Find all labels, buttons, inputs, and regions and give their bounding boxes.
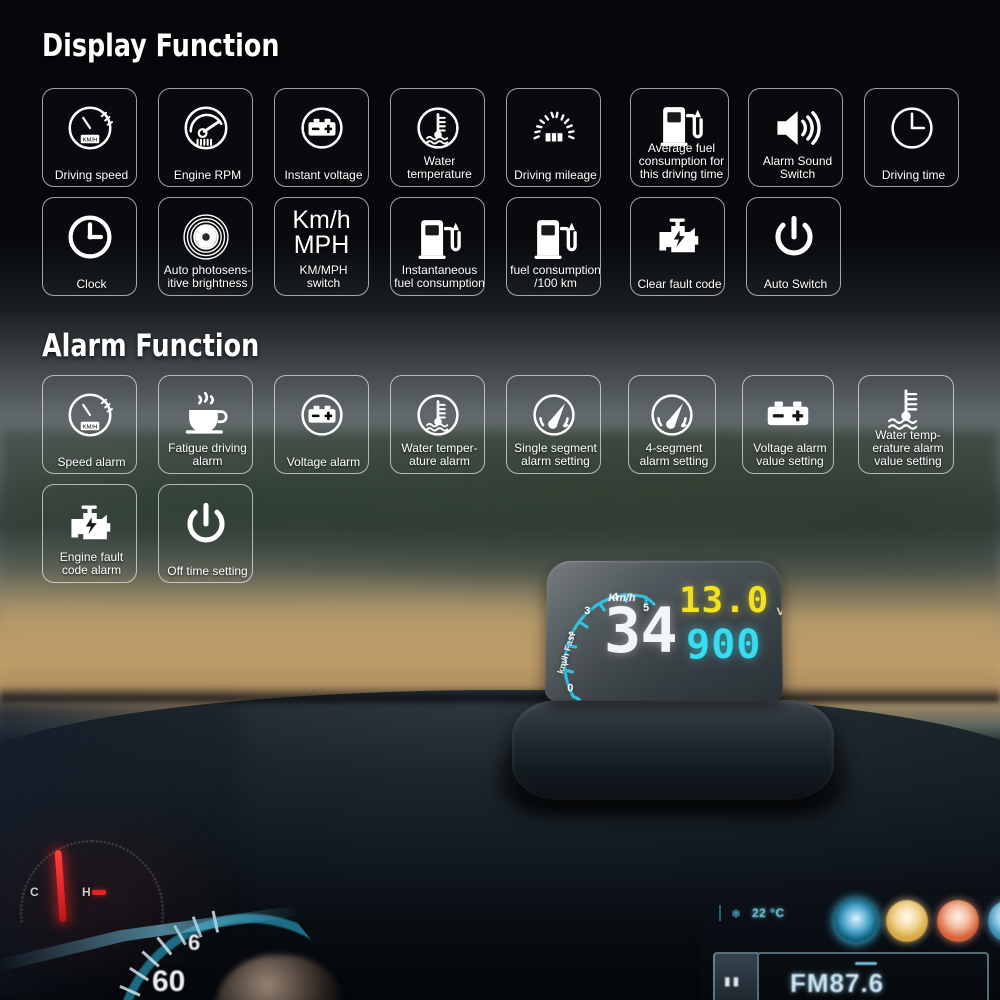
feature-tile-label: Alarm Sound Switch [762,154,833,181]
feature-tile-label: Instantaneous fuel consumption [394,263,485,290]
feature-tile-4-segment-alarm-setting[interactable]: 4-segment alarm setting [628,375,716,474]
feature-tile-label: Fatigue driving alarm [168,441,247,468]
battery-circle-icon [275,384,368,442]
hud-display-panel: 0 1 2 3 4 5 km/h Fast Km/h 34 13.0 V 900 [544,560,784,701]
engine-check-icon [43,493,136,551]
clock-outline-icon [865,97,958,155]
feature-tile-label: Auto Switch [763,276,828,291]
infotainment-indicator-bar [719,905,721,921]
speaker-icon [749,97,842,155]
hud-arc-label-0: 0 [567,682,574,695]
feature-tile-engine-rpm[interactable]: Engine RPM [158,88,253,187]
feature-tile-label: fuel consumption/100 km [510,263,601,290]
hud-voltage-value: 13.0 [678,580,770,622]
feature-tile-label: Driving mileage [514,167,597,182]
gauge-needle-icon [629,384,715,442]
feature-tile-instant-voltage[interactable]: Instant voltage [274,88,369,187]
engine-check-icon [631,206,724,264]
feature-tile-label: Speed alarm [57,454,126,469]
feature-tile-average-fuel-consumption-for-this-driving-time[interactable]: Average fuel consumption for this driving … [630,88,729,187]
feature-tile-label: Clear fault code [637,276,722,291]
feature-tile-label: Water temperature [407,154,472,181]
feature-tile-label: KM/MPH switch [299,263,348,290]
power-icon [159,493,252,551]
clock-filled-icon [43,206,136,264]
feature-tile-label: Single segment alarm setting [514,441,597,468]
odometer-icon [507,97,600,155]
hud-speed-value: 34 [603,594,677,668]
feature-tile-fatigue-driving-alarm[interactable]: Fatigue driving alarm [158,375,253,474]
fuel-pump-icon [391,206,484,264]
feature-tile-label: Auto photosens-itive brightness [163,263,252,290]
feature-tile-label: Engine RPM [173,167,242,182]
feature-tile-fuel-consumption-100-km[interactable]: fuel consumption/100 km [506,197,601,296]
radio-station-label: FM87.6 [790,968,885,998]
water-temperature-circle-icon [391,384,484,442]
feature-tile-driving-speed[interactable]: KM/H Driving speed [42,88,137,187]
tachometer-icon [159,97,252,155]
cluster-speed-major: 60 [152,965,186,998]
feature-tile-auto-photosens-itive-brightness[interactable]: Auto photosens-itive brightness [158,197,253,296]
feature-tile-water-temper-ature-alarm[interactable]: Water temper-ature alarm [390,375,485,474]
feature-tile-clock[interactable]: Clock [42,197,137,296]
feature-tile-label: Clock [76,276,107,291]
feature-tile-km-mph-switch[interactable]: Km/h MPH KM/MPH switch [274,197,369,296]
feature-tile-voltage-alarm-value-setting[interactable]: Voltage alarm value setting [742,375,834,474]
coffee-cup-icon [159,384,252,442]
infotainment-source-tile[interactable]: ▮▮ [713,952,761,1000]
radio-tuner-marker [855,962,877,965]
section-title-alarm-function: Alarm Function [42,328,260,364]
power-icon [747,206,840,264]
feature-tile-label: Driving speed [54,167,129,182]
section-title-display-function: Display Function [42,28,280,64]
feature-tile-single-segment-alarm-setting[interactable]: Single segment alarm setting [506,375,601,474]
svg-text:KM/H: KM/H [82,425,97,431]
product-infographic: C H 60 6 ❄ 22 °C ▮▮ FM87.6 0 1 2 3 4 5 k… [0,0,1000,1000]
infotainment-icon-media[interactable] [835,900,877,942]
feature-tile-water-temperature[interactable]: Water temperature [390,88,485,187]
feature-tile-instantaneous-fuel-consumption[interactable]: Instantaneous fuel consumption [390,197,485,296]
snowflake-icon: ❄ [731,907,742,921]
coolant-gauge-hot-label: H [82,885,91,899]
speedometer-icon: KM/H [43,97,136,155]
feature-tile-driving-mileage[interactable]: Driving mileage [506,88,601,187]
feature-tile-label: Water temper-ature alarm [401,441,478,468]
feature-tile-label: Voltage alarm [286,454,361,469]
feature-tile-label: Engine fault code alarm [59,550,124,577]
coolant-gauge-cold-label: C [30,885,39,899]
feature-tile-label: Instant voltage [284,167,363,182]
feature-tile-water-temp-erature-alarm-value-setting[interactable]: Water temp-erature alarm value setting [858,375,954,474]
feature-tile-speed-alarm[interactable]: KM/H Speed alarm [42,375,137,474]
coolant-gauge-redline [92,890,106,895]
battery-icon [743,384,833,442]
infotainment-temperature: 22 °C [752,906,785,920]
aperture-icon [159,206,252,264]
feature-tile-label: Off time setting [167,563,248,578]
feature-tile-label: 4-segment alarm setting [639,441,709,468]
infotainment-icon-nav[interactable] [937,900,979,942]
feature-tile-off-time-setting[interactable]: Off time setting [158,484,253,583]
feature-tile-auto-switch[interactable]: Auto Switch [746,197,841,296]
feature-tile-label: Voltage alarm value setting [753,441,827,468]
water-temperature-circle-icon [391,97,484,155]
feature-tile-clear-fault-code[interactable]: Clear fault code [630,197,725,296]
kmh-mph-text-icon: Km/h MPH [292,206,351,259]
hud-arc-label-3: 3 [584,605,591,618]
feature-tile-label: Water temp-erature alarm value setting [872,427,944,468]
feature-tile-voltage-alarm[interactable]: Voltage alarm [274,375,369,474]
speedometer-icon: KM/H [43,384,136,442]
feature-tile-engine-fault-code-alarm[interactable]: Engine fault code alarm [42,484,137,583]
feature-tile-label: Driving time [881,167,946,182]
cluster-speed-minor: 6 [188,930,201,955]
fuel-pump-icon [507,206,600,264]
hud-body [512,700,834,800]
feature-tile-alarm-sound-switch[interactable]: Alarm Sound Switch [748,88,843,187]
infotainment-icon-phone[interactable] [886,900,928,942]
battery-circle-icon [275,97,368,155]
svg-text:KM/H: KM/H [82,138,97,144]
gauge-needle-icon [507,384,600,442]
feature-tile-label: Average fuel consumption for this driving … [638,140,725,181]
feature-tile-driving-time[interactable]: Driving time [864,88,959,187]
hud-rpm-value: 900 [685,622,762,669]
